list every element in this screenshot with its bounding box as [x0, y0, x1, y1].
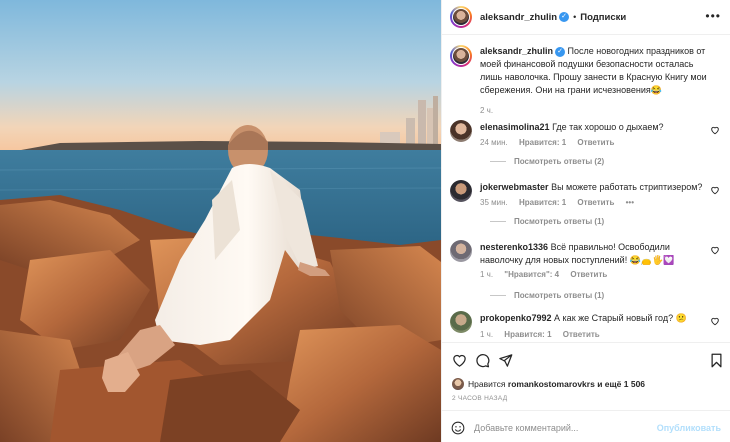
comment-time[interactable]: 24 мин.: [480, 138, 508, 147]
likes-count[interactable]: и ещё 1 506: [597, 379, 645, 389]
comment-time[interactable]: 1 ч.: [480, 330, 493, 339]
heart-icon[interactable]: [452, 353, 467, 368]
commenter-avatar[interactable]: [450, 311, 472, 333]
view-replies-button[interactable]: Посмотреть ответы (2): [490, 157, 604, 166]
caption-username[interactable]: aleksandr_zhulin: [480, 46, 553, 56]
comment-item: elenasimolina21 Где так хорошо о дыхаем?…: [450, 120, 720, 170]
like-comment-heart-icon[interactable]: [710, 316, 720, 326]
emoji-icon[interactable]: [451, 421, 465, 435]
post-header: aleksandr_zhulin ✓ • Подписки •••: [442, 0, 730, 35]
comments-list[interactable]: aleksandr_zhulin ✓ После новогодних празд…: [442, 36, 730, 342]
publish-button[interactable]: Опубликовать: [657, 423, 721, 433]
post-side-panel: aleksandr_zhulin ✓ • Подписки ••• aleksa…: [441, 0, 730, 442]
like-comment-heart-icon[interactable]: [710, 245, 720, 255]
comment-body: Где так хорошо о дыхаем?: [552, 122, 664, 132]
comment-username[interactable]: jokerwebmaster: [480, 182, 549, 192]
reply-button[interactable]: Ответить: [570, 270, 607, 279]
comment-item: prokopenko7992 А как же Старый новый год…: [450, 311, 720, 342]
caption: aleksandr_zhulin ✓ После новогодних празд…: [450, 45, 720, 115]
comment-time[interactable]: 1 ч.: [480, 270, 493, 279]
comment-likes[interactable]: Нравится: 1: [504, 330, 551, 339]
replies-divider: [490, 161, 506, 162]
post-actions: Нравится romankostomarovkrs и ещё 1 506 …: [442, 342, 730, 442]
like-comment-heart-icon[interactable]: [710, 125, 720, 135]
view-replies-button[interactable]: Посмотреть ответы (1): [490, 217, 604, 226]
caption-text: aleksandr_zhulin ✓ После новогодних празд…: [480, 45, 715, 97]
author-avatar[interactable]: [450, 6, 472, 28]
comment-meta: 1 ч. "Нравится": 4 Ответить: [480, 270, 616, 279]
comment-likes[interactable]: Нравится: 1: [519, 198, 566, 207]
comment-icon[interactable]: [475, 353, 490, 368]
comment-meta: 1 ч. Нравится: 1 Ответить: [480, 330, 609, 339]
commenter-avatar[interactable]: [450, 240, 472, 262]
comment-text: nesterenko1336 Всё правильно! Освободили…: [480, 241, 715, 267]
bookmark-icon[interactable]: [709, 353, 724, 368]
view-replies-label: Посмотреть ответы (1): [514, 217, 605, 226]
commenter-avatar[interactable]: [450, 120, 472, 142]
author-avatar[interactable]: [450, 45, 472, 67]
comment-item: jokerwebmaster Вы можете работать стрипт…: [450, 180, 720, 230]
comment-options-icon[interactable]: •••: [626, 198, 634, 207]
comment-meta: 24 мин. Нравится: 1 Ответить: [480, 138, 623, 147]
comment-composer: Опубликовать: [442, 410, 730, 442]
view-replies-label: Посмотреть ответы (1): [514, 291, 605, 300]
post-photo[interactable]: [0, 0, 441, 442]
post-timestamp[interactable]: 2 ЧАСОВ НАЗАД: [452, 395, 507, 402]
comment-likes[interactable]: "Нравится": 4: [504, 270, 559, 279]
reply-button[interactable]: Ответить: [563, 330, 600, 339]
comment-username[interactable]: elenasimolina21: [480, 122, 550, 132]
comment-text: elenasimolina21 Где так хорошо о дыхаем?: [480, 121, 715, 134]
comment-username[interactable]: prokopenko7992: [480, 313, 552, 323]
reply-button[interactable]: Ответить: [577, 138, 614, 147]
comment-text: jokerwebmaster Вы можете работать стрипт…: [480, 181, 715, 194]
view-replies-label: Посмотреть ответы (2): [514, 157, 605, 166]
comment-username[interactable]: nesterenko1336: [480, 242, 548, 252]
post-image: [0, 0, 441, 442]
verified-badge-icon: ✓: [555, 46, 566, 57]
comment-item: nesterenko1336 Всё правильно! Освободили…: [450, 240, 720, 300]
comment-likes[interactable]: Нравится: 1: [519, 138, 566, 147]
author-username[interactable]: aleksandr_zhulin: [480, 12, 557, 23]
verified-badge-icon: ✓: [559, 12, 570, 22]
caption-time[interactable]: 2 ч.: [480, 106, 493, 115]
replies-divider: [490, 295, 506, 296]
view-replies-button[interactable]: Посмотреть ответы (1): [490, 291, 604, 300]
comment-body: Вы можете работать стриптизером?: [551, 182, 703, 192]
commenter-avatar[interactable]: [450, 180, 472, 202]
following-button[interactable]: Подписки: [580, 12, 626, 23]
liker-avatar: [452, 378, 464, 390]
caption-meta: 2 ч.: [480, 106, 502, 115]
likes-summary[interactable]: Нравится romankostomarovkrs и ещё 1 506: [452, 378, 645, 390]
share-icon[interactable]: [498, 353, 513, 368]
more-options-icon[interactable]: •••: [705, 9, 721, 23]
liker-username[interactable]: romankostomarovkrs: [508, 379, 595, 389]
comment-body: А как же Старый новый год? 😕: [554, 313, 687, 323]
separator-dot: •: [573, 12, 577, 22]
replies-divider: [490, 221, 506, 222]
reply-button[interactable]: Ответить: [577, 198, 614, 207]
comment-text: prokopenko7992 А как же Старый новый год…: [480, 312, 715, 325]
comment-time[interactable]: 35 мин.: [480, 198, 508, 207]
comment-input[interactable]: [474, 420, 654, 436]
likes-prefix: Нравится: [468, 379, 506, 389]
like-comment-heart-icon[interactable]: [710, 185, 720, 195]
comment-meta: 35 мин. Нравится: 1 Ответить •••: [480, 198, 643, 207]
